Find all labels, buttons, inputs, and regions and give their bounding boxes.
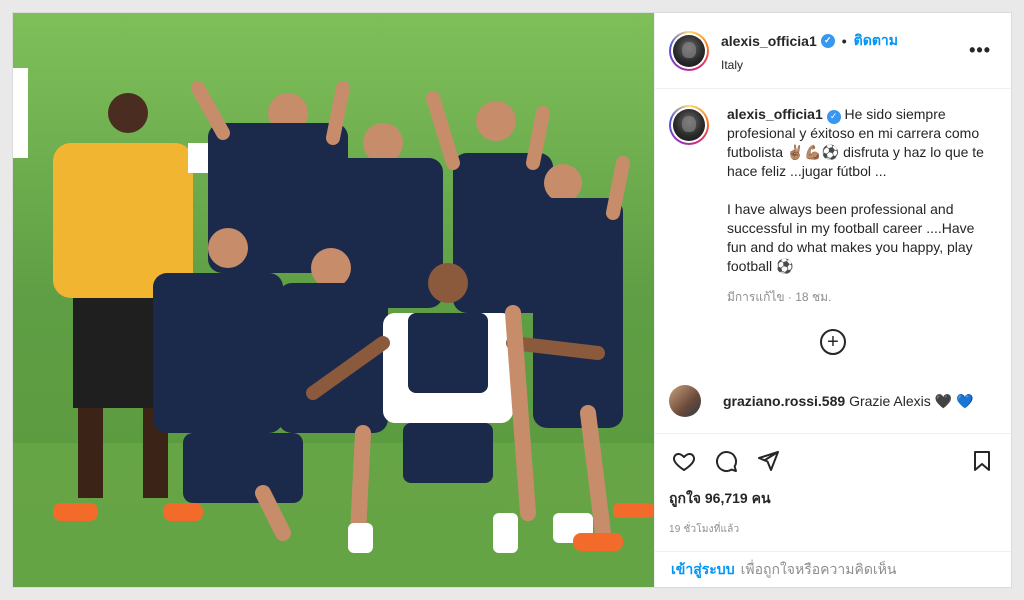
share-icon[interactable] <box>753 446 783 476</box>
login-prompt: เข้าสู่ระบบ เพื่อถูกใจหรือความคิดเห็น <box>655 551 1011 587</box>
likes-count[interactable]: ถูกใจ 96,719 คน <box>669 488 997 510</box>
team-photo-illustration <box>13 13 654 587</box>
follow-button[interactable]: ติดตาม <box>854 30 898 52</box>
post-side-panel: alexis_officia1 ✓ • ติดตาม Italy ••• ale… <box>654 13 1011 587</box>
comment-text: Grazie Alexis <box>849 392 931 409</box>
comment-item: graziano.rossi.589 Grazie Alexis 🖤 💙 <box>669 385 997 417</box>
caption: alexis_officia1 ✓ He sido siempre profes… <box>669 105 997 276</box>
comments-section: alexis_officia1 ✓ He sido siempre profes… <box>655 89 1011 433</box>
post-actions: ถูกใจ 96,719 คน 19 ชั่วโมงที่แล้ว <box>655 433 1011 551</box>
heart-icon[interactable] <box>669 446 699 476</box>
author-username[interactable]: alexis_officia1 <box>721 33 817 49</box>
post-location[interactable]: Italy <box>721 58 963 72</box>
caption-edited-time: มีการแก้ไข · 18 ชม. <box>727 290 832 304</box>
post-dialog: alexis_officia1 ✓ • ติดตาม Italy ••• ale… <box>12 12 1012 588</box>
author-avatar[interactable] <box>669 30 709 71</box>
caption-author-avatar[interactable] <box>669 105 709 145</box>
caption-username[interactable]: alexis_officia1 <box>727 106 823 122</box>
login-link[interactable]: เข้าสู่ระบบ <box>671 559 735 581</box>
caption-text-en: I have always been professional and succ… <box>727 201 975 274</box>
lion-avatar-image <box>673 34 705 67</box>
login-prompt-text: เพื่อถูกใจหรือความคิดเห็น <box>740 560 897 577</box>
plus-circle-icon[interactable]: + <box>820 329 846 355</box>
commenter-avatar[interactable] <box>669 385 701 417</box>
verified-badge-icon: ✓ <box>820 33 835 48</box>
lion-avatar-image <box>673 109 705 141</box>
comment-icon[interactable] <box>711 446 741 476</box>
separator-dot: • <box>841 32 847 49</box>
verified-badge-icon: ✓ <box>826 109 841 124</box>
post-timestamp[interactable]: 19 ชั่วโมงที่แล้ว <box>669 522 997 537</box>
more-horizontal-icon[interactable]: ••• <box>963 40 997 61</box>
comment-username[interactable]: graziano.rossi.589 <box>723 393 845 409</box>
black-heart-emoji: 🖤 <box>934 392 953 409</box>
post-photo[interactable] <box>13 13 654 587</box>
post-header: alexis_officia1 ✓ • ติดตาม Italy ••• <box>655 13 1011 89</box>
bookmark-icon[interactable] <box>967 446 997 476</box>
blue-heart-emoji: 💙 <box>955 392 974 409</box>
